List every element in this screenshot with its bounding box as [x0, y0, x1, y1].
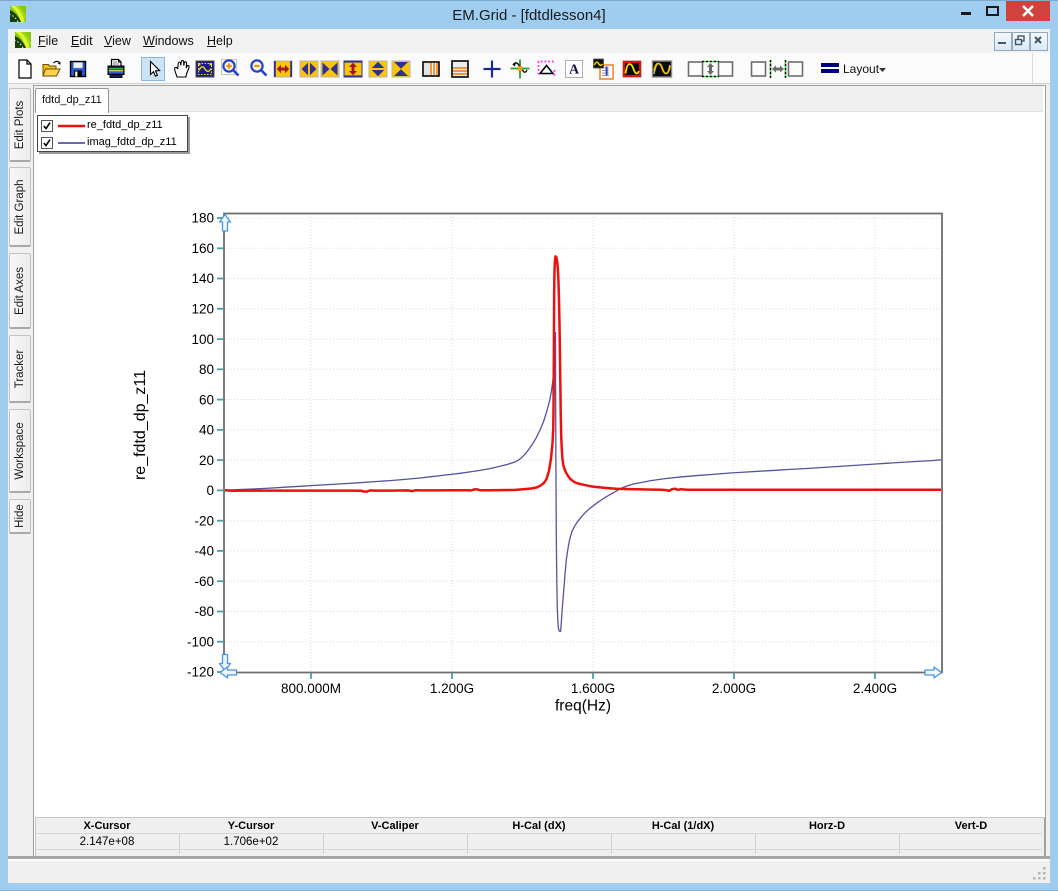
svg-text:freq(Hz): freq(Hz) — [555, 698, 611, 715]
svg-text:140: 140 — [191, 271, 214, 286]
svg-text:120: 120 — [191, 302, 214, 317]
svg-text:180: 180 — [191, 211, 214, 226]
svg-text:800.000M: 800.000M — [281, 681, 341, 696]
svg-text:-20: -20 — [194, 513, 214, 528]
svg-text:60: 60 — [199, 392, 214, 407]
svg-text:-60: -60 — [194, 574, 214, 589]
svg-text:-40: -40 — [194, 544, 214, 559]
svg-text:2.400G: 2.400G — [853, 681, 897, 696]
svg-text:1.200G: 1.200G — [430, 681, 474, 696]
svg-text:160: 160 — [191, 241, 214, 256]
svg-text:-80: -80 — [194, 604, 214, 619]
svg-text:20: 20 — [199, 453, 214, 468]
svg-text:-100: -100 — [187, 634, 214, 649]
svg-text:80: 80 — [199, 362, 214, 377]
svg-text:1.600G: 1.600G — [571, 681, 615, 696]
svg-text:40: 40 — [199, 423, 214, 438]
svg-text:-120: -120 — [187, 665, 214, 680]
svg-text:2.000G: 2.000G — [712, 681, 756, 696]
svg-text:100: 100 — [191, 332, 214, 347]
svg-text:0: 0 — [206, 483, 214, 498]
svg-text:re_fdtd_dp_z11: re_fdtd_dp_z11 — [132, 370, 149, 480]
